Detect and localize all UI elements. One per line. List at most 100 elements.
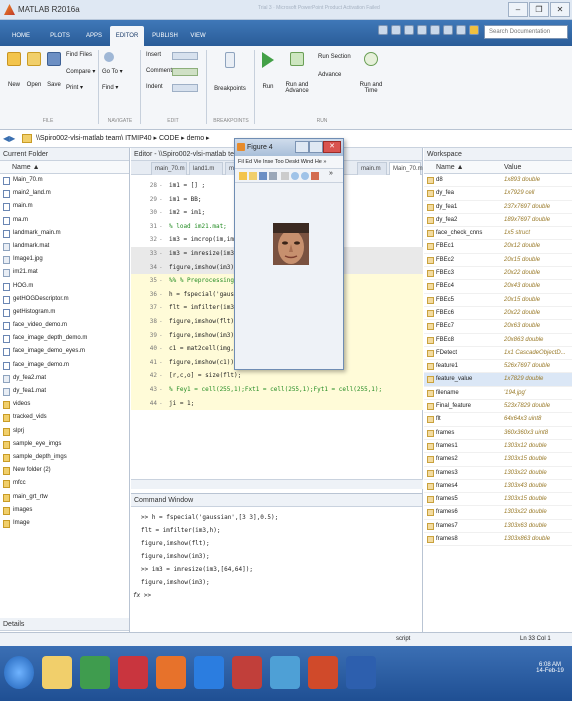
workspace-row[interactable]: frames7 1303x63 double [424,520,572,534]
fx-icon[interactable] [172,52,198,60]
breakpoint-marker[interactable]: - [159,356,163,370]
matlab-taskbar-icon[interactable] [156,656,186,689]
command-prompt[interactable]: fx >> [131,589,422,602]
workspace-value-header[interactable]: Value [504,161,521,174]
search-documentation-input[interactable]: Search Documentation [484,25,568,39]
comment-button[interactable]: Comment [146,68,172,74]
pdf-icon[interactable] [232,656,262,689]
comment-toggle-icon[interactable] [172,68,198,76]
powerpoint-icon[interactable] [308,656,338,689]
folder-item[interactable]: face_image_demo.m [0,359,129,372]
workspace-row[interactable]: FDetect 1x1 CascadeObjectD... [424,347,572,361]
tab-editor[interactable]: EDITOR [110,26,144,46]
tab-apps[interactable]: APPS [82,26,106,46]
address-path[interactable]: \\Spiro002-vlsi-matlab team\ ITMIP40 ▸ C… [36,134,210,142]
figure-maximize-button[interactable] [309,141,323,153]
workspace-row[interactable]: FBEc2 20x15 double [424,254,572,268]
redo-quick-icon[interactable] [443,25,453,35]
tab-publish[interactable]: PUBLISH [148,26,182,46]
folder-item[interactable]: main_grt_rtw [0,491,129,504]
workspace-row[interactable]: dy_fea1 237x7697 double [424,201,572,214]
editor-tab[interactable]: land1.m [189,162,223,175]
editor-tab-active[interactable]: Main_70.m [389,162,423,175]
workspace-row[interactable]: FBEc8 20x863 double [424,334,572,347]
editor-tab[interactable]: main_70.m [151,162,187,175]
acrobat-icon[interactable] [118,656,148,689]
folder-item[interactable]: Image [0,517,129,530]
save-quick-icon[interactable] [378,25,388,35]
folder-item[interactable]: landmark_main.m [0,227,129,240]
workspace-row[interactable]: FBEc4 20x43 double [424,280,572,294]
folder-item[interactable]: sample_eye_imgs [0,438,129,451]
editor-horizontal-scrollbar[interactable] [131,479,423,489]
go-back-icon[interactable] [104,52,114,62]
folder-item[interactable]: getHistogram.m [0,306,129,319]
up-folder-icon[interactable] [22,134,32,143]
workspace-row[interactable]: Final_feature 523x7829 double [424,400,572,414]
start-icon[interactable] [4,656,34,689]
workspace-row[interactable]: frames5 1303x15 double [424,493,572,507]
workspace-row[interactable]: flt 64x64x3 uint8 [424,413,572,427]
save-figure-icon[interactable] [259,172,267,180]
workspace-row[interactable]: frames2 1303x15 double [424,453,572,467]
insert-button[interactable]: Insert [146,52,161,58]
tab-plots[interactable]: PLOTS [46,26,74,46]
breakpoint-marker[interactable]: - [159,206,163,220]
zoom-out-icon[interactable] [301,172,309,180]
folder-item[interactable]: ma.m [0,214,129,227]
workspace-row[interactable]: frames4 1303x43 double [424,480,572,494]
run-advance-button[interactable]: Run and Advance [282,52,312,94]
workspace-row[interactable]: feature1 526x7697 double [424,360,572,374]
folder-item[interactable]: dy_fea1.mat [0,385,129,398]
close-button[interactable]: ✕ [550,2,570,17]
workspace-row[interactable]: d8 1x893 double [424,174,572,188]
go-to-button[interactable]: Go To ▾ [102,68,123,75]
run-time-button[interactable]: Run and Time [358,52,384,94]
folder-item[interactable]: tracked_vids [0,411,129,424]
tab-view[interactable]: VIEW [186,26,210,46]
workspace-row[interactable]: dy_fea2 189x7697 double [424,214,572,228]
indent-icon[interactable] [172,84,198,92]
folder-item[interactable]: New folder (2) [0,464,129,477]
advance-button[interactable]: Advance [318,72,341,78]
breakpoints-button[interactable]: Breakpoints [210,52,250,92]
breakpoint-marker[interactable]: - [159,247,163,261]
command-window[interactable]: Command Window >> h = fspecial('gaussian… [131,493,423,632]
folder-item[interactable]: Image1.jpg [0,253,129,266]
workspace-row[interactable]: FBEc3 20x22 double [424,267,572,281]
workspace-row[interactable]: FBEc1 20x12 double [424,240,572,254]
new-button[interactable]: New [4,52,24,88]
compare-button[interactable]: Compare ▾ [66,68,95,75]
code-line[interactable]: 44- ji = 1; [131,396,423,411]
folder-item[interactable]: getHOGDescriptor.m [0,293,129,306]
excel-icon[interactable] [80,656,110,689]
tab-home[interactable]: HOME [6,26,36,46]
undo-quick-icon[interactable] [430,25,440,35]
folder-item[interactable]: sample_depth_imgs [0,451,129,464]
back-arrow-icon[interactable]: ◀▶ [3,134,15,143]
app-icon[interactable] [270,656,300,689]
workspace-row[interactable]: feature_value 1x7829 double [424,373,572,387]
breakpoint-marker[interactable]: - [159,193,163,207]
workspace-row[interactable]: face_check_cnns 1x5 struct [424,227,572,241]
code-line[interactable]: 42- [r,c,o] = size(flt); [131,369,423,383]
minimize-button[interactable]: – [508,2,528,17]
word-icon[interactable] [346,656,376,689]
breakpoint-marker[interactable]: - [159,301,163,315]
zoom-in-icon[interactable] [291,172,299,180]
workspace-name-header[interactable]: Name ▲ [436,161,464,174]
paste-quick-icon[interactable] [417,25,427,35]
find-button[interactable]: Find ▾ [102,84,118,91]
switch-windows-icon[interactable] [456,25,466,35]
breakpoint-marker[interactable]: - [159,329,163,343]
workspace-row[interactable]: FBEc6 20x22 double [424,307,572,321]
new-figure-icon[interactable] [239,172,247,180]
print-figure-icon[interactable] [269,172,277,180]
folder-item[interactable]: landmark.mat [0,240,129,253]
folder-item[interactable]: videos [0,398,129,411]
open-figure-icon[interactable] [249,172,257,180]
breakpoint-marker[interactable]: - [159,220,163,234]
folder-item[interactable]: im21.mat [0,266,129,279]
folder-item[interactable]: HOG.m [0,280,129,293]
folder-item[interactable]: slprj [0,425,129,438]
